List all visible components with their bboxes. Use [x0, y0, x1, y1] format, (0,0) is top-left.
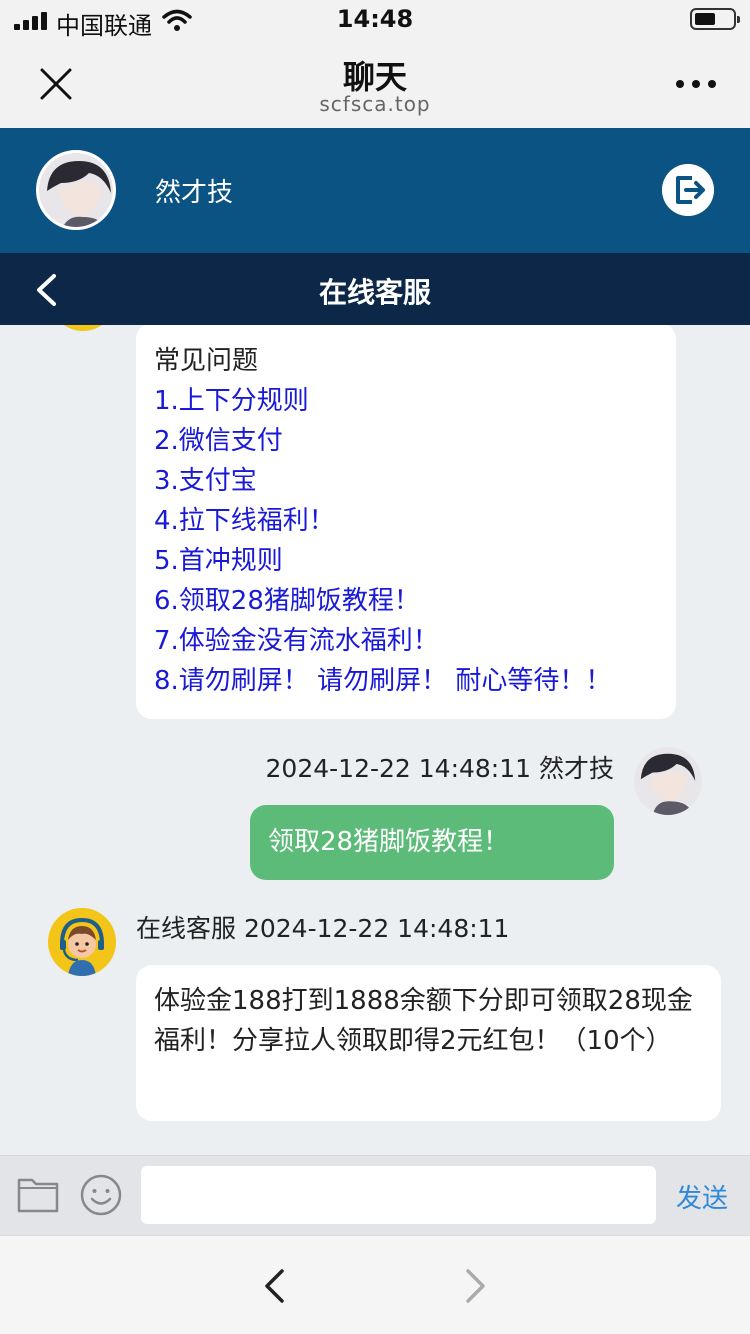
faq-link[interactable]: 6.领取28猪脚饭教程！ — [154, 581, 658, 621]
logout-icon[interactable] — [662, 164, 714, 216]
faq-link[interactable]: 8.请勿刷屏！ 请勿刷屏！ 耐心等待！！ — [154, 661, 658, 701]
browser-url: scfsca.top — [319, 92, 431, 116]
service-avatar — [50, 325, 116, 331]
chat-area[interactable]: 常见问题 1.上下分规则 2.微信支付 3.支付宝 4.拉下线福利！ 5.首冲规… — [0, 325, 750, 1155]
input-bar: 发送 — [0, 1155, 750, 1235]
faq-bubble: 常见问题 1.上下分规则 2.微信支付 3.支付宝 4.拉下线福利！ 5.首冲规… — [136, 325, 676, 719]
service-title: 在线客服 — [318, 276, 431, 309]
service-message-bubble: 体验金188打到1888余额下分即可领取28现金福利！分享拉人领取即得2元红包！… — [136, 965, 721, 1121]
status-bar: 中国联通 14:48 — [0, 0, 750, 40]
message-input[interactable] — [141, 1166, 656, 1224]
faq-link[interactable]: 7.体验金没有流水福利！ — [154, 621, 658, 661]
faq-link[interactable]: 4.拉下线福利！ — [154, 501, 658, 541]
faq-link[interactable]: 2.微信支付 — [154, 421, 658, 461]
emoji-icon[interactable] — [80, 1174, 122, 1216]
message-meta: 在线客服 2024-12-22 14:48:11 — [136, 914, 510, 943]
battery-icon — [690, 8, 740, 30]
service-avatar — [48, 908, 116, 976]
service-title-bar: 在线客服 — [0, 253, 750, 325]
message-meta: 2024-12-22 14:48:11 然才技 — [265, 754, 614, 783]
user-avatar[interactable] — [36, 150, 116, 230]
faq-link[interactable]: 1.上下分规则 — [154, 381, 658, 421]
faq-link[interactable]: 5.首冲规则 — [154, 541, 658, 581]
user-name: 然才技 — [155, 178, 234, 208]
my-message-bubble: 领取28猪脚饭教程！ — [250, 805, 614, 880]
user-header: 然才技 — [0, 128, 750, 253]
faq-link[interactable]: 3.支付宝 — [154, 461, 658, 501]
faq-title: 常见问题 — [154, 346, 259, 376]
nav-back-icon[interactable] — [262, 1268, 286, 1304]
user-avatar — [634, 747, 702, 815]
send-button[interactable]: 发送 — [676, 1178, 728, 1215]
browser-nav-bar — [0, 1235, 750, 1334]
more-icon[interactable] — [674, 80, 718, 90]
status-time: 14:48 — [336, 5, 414, 33]
nav-forward-icon[interactable] — [464, 1268, 488, 1304]
browser-header: 聊天 scfsca.top — [0, 40, 750, 128]
folder-icon[interactable] — [16, 1174, 60, 1214]
